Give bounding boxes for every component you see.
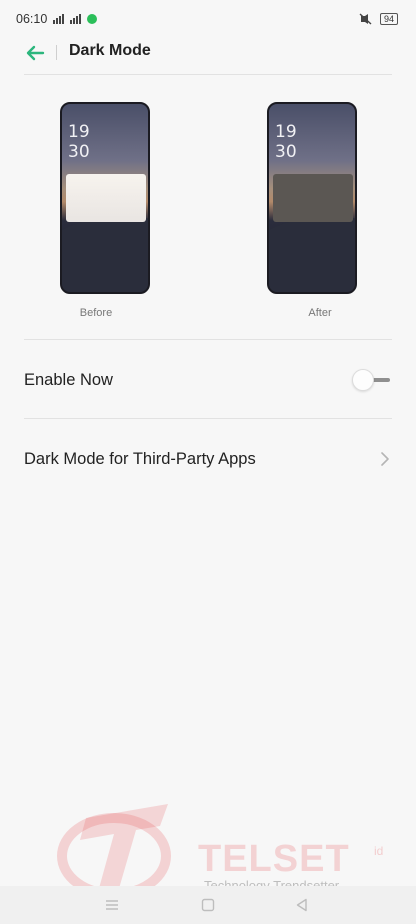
header-divider [24, 74, 392, 75]
back-arrow-icon[interactable] [24, 42, 46, 64]
navigation-bar [0, 886, 416, 924]
wallpaper-curve [269, 216, 355, 292]
after-preview-image: 19 30 [267, 102, 357, 294]
before-preview-image: 19 30 [60, 102, 150, 294]
before-label: Before [79, 307, 113, 319]
header-separator [56, 45, 57, 60]
enable-now-toggle[interactable] [352, 368, 392, 392]
mute-icon [359, 13, 372, 25]
third-party-apps-row[interactable]: Dark Mode for Third-Party Apps [0, 420, 416, 498]
signal-icon [70, 14, 82, 24]
app-header: Dark Mode [0, 38, 416, 74]
after-label: After [308, 307, 332, 319]
preview-clock-minute: 30 [275, 142, 297, 162]
preview-divider [24, 339, 392, 340]
status-left: 06:10 [16, 12, 98, 26]
status-time: 06:10 [16, 12, 48, 26]
signal-icon [53, 14, 65, 24]
page-title: Dark Mode [69, 42, 151, 59]
watermark: TELSET id Technology Trendsetter [56, 800, 396, 895]
whatsapp-icon [87, 14, 98, 24]
preview-card-dark [273, 174, 353, 222]
enable-now-row[interactable]: Enable Now [0, 341, 416, 419]
preview-clock-hour: 19 [275, 122, 297, 142]
watermark-brand: TELSET [198, 838, 350, 880]
preview-clock-hour: 19 [68, 122, 90, 142]
toggle-knob [352, 369, 374, 391]
chevron-right-icon [381, 452, 389, 466]
third-party-apps-label: Dark Mode for Third-Party Apps [24, 450, 256, 468]
back-triangle-icon[interactable] [294, 897, 310, 913]
home-icon[interactable] [200, 897, 216, 913]
preview-clock: 19 30 [68, 122, 90, 162]
status-bar: 06:10 94 [0, 0, 416, 38]
telset-logo [57, 804, 171, 895]
row-divider [24, 418, 392, 419]
preview-card-light [66, 174, 146, 222]
battery-icon: 94 [379, 13, 398, 25]
status-right: 94 [359, 13, 398, 25]
watermark-brand-suffix: id [374, 844, 384, 858]
preview-clock: 19 30 [275, 122, 297, 162]
wallpaper-curve [62, 216, 148, 292]
menu-icon[interactable] [104, 897, 120, 913]
enable-now-label: Enable Now [24, 371, 113, 389]
preview-clock-minute: 30 [68, 142, 90, 162]
